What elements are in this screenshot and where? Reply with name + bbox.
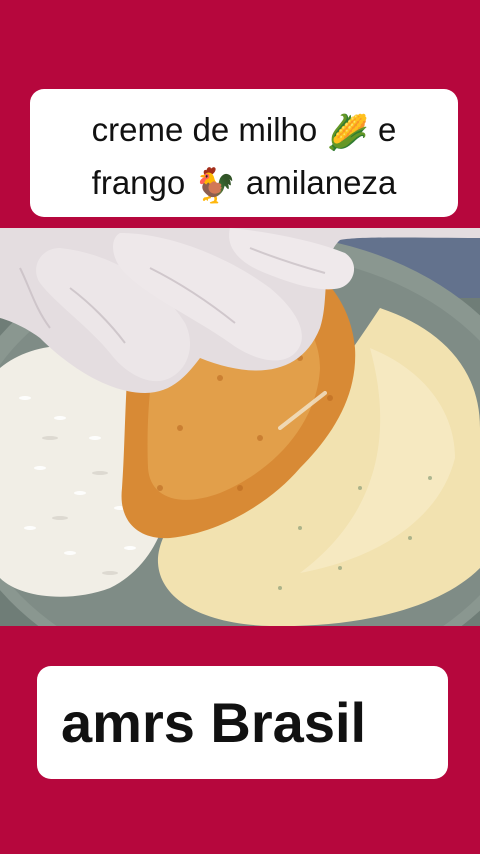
brand-name: amrs Brasil	[61, 691, 367, 754]
food-photo	[0, 228, 480, 626]
title-line-2-suffix: amilaneza	[245, 164, 397, 201]
title-line-1-text: creme de milho	[91, 111, 318, 148]
title-line-2: frango 🐓 amilaneza	[40, 158, 448, 211]
rooster-icon: 🐓	[194, 166, 237, 206]
corn-icon: 🌽	[326, 113, 369, 153]
title-caption-card: creme de milho 🌽 e frango 🐓 amilaneza	[30, 89, 458, 217]
title-line-2-text: frango	[91, 164, 186, 201]
brand-caption-card: amrs Brasil	[37, 666, 448, 779]
title-line-1-suffix: e	[377, 111, 397, 148]
video-frame: creme de milho 🌽 e frango 🐓 amilaneza am…	[0, 0, 480, 854]
title-line-1: creme de milho 🌽 e	[40, 105, 448, 158]
